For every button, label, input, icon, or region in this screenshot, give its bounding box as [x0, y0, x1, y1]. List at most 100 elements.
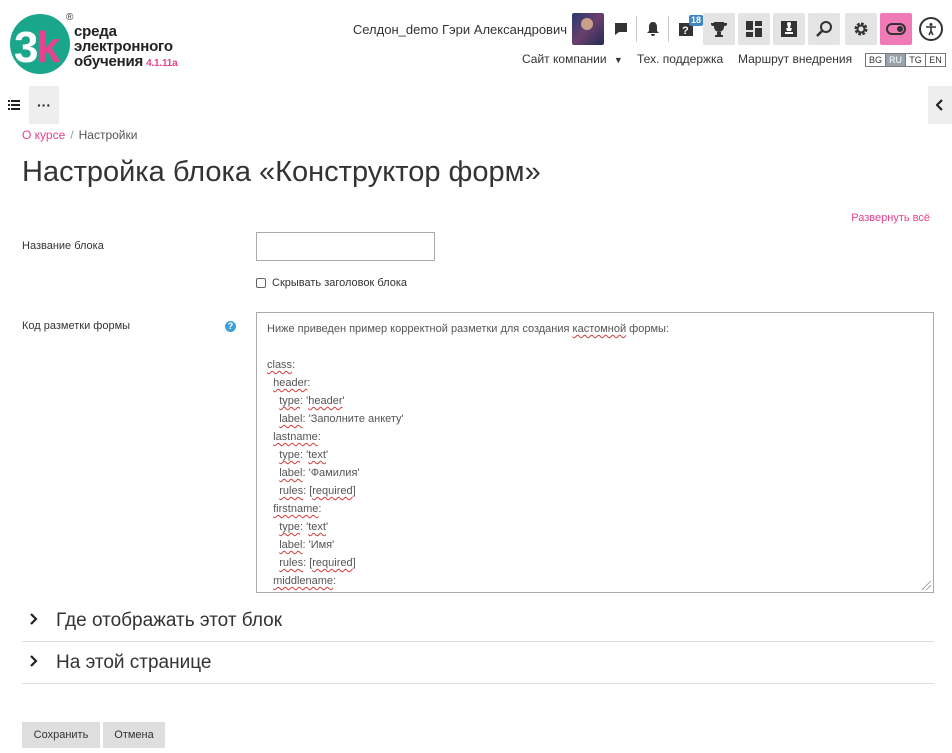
svg-text:3: 3 — [14, 23, 38, 72]
course-index-button[interactable] — [0, 86, 27, 124]
chevron-down-icon: ▼ — [613, 55, 623, 65]
markup-line: rules: [required] — [267, 554, 923, 572]
block-name-label: Название блока — [22, 240, 104, 252]
markup-value: required — [312, 557, 353, 569]
markup-rest: : [ — [303, 557, 313, 569]
markup-value: header — [308, 395, 343, 407]
markup-rest: : [ — [303, 485, 313, 497]
markup-end: ' — [325, 449, 329, 461]
markup-textarea[interactable]: Ниже приведен пример корректной разметки… — [256, 312, 934, 593]
section-on-this-page[interactable]: На этой странице — [22, 642, 934, 684]
breadcrumb: О курсе / Настройки — [22, 128, 137, 142]
markup-key: lastname — [273, 431, 318, 443]
accessibility-icon[interactable] — [915, 13, 947, 45]
company-site-label: Сайт компании — [522, 52, 607, 66]
markup-end: ' — [325, 521, 329, 533]
version-label: 4.1.11a — [146, 58, 178, 69]
help-icon[interactable]: ? — [225, 321, 236, 332]
markup-value: text — [308, 521, 326, 533]
markup-lines: class: header: type: 'header' label: 'За… — [267, 356, 923, 590]
markup-key: label — [279, 413, 303, 425]
markup-rest: : — [292, 359, 296, 371]
theme-toggle-icon[interactable] — [880, 13, 912, 45]
markup-value: required — [312, 485, 353, 497]
markup-key: type — [279, 395, 301, 407]
site-logo[interactable]: 3 k ® среда электронного обучения 4.1.11a — [8, 10, 183, 80]
hide-header-checkbox[interactable] — [256, 278, 266, 288]
chevron-left-icon — [936, 99, 943, 111]
company-site-menu[interactable]: Сайт компании ▼ — [522, 52, 623, 66]
user-name[interactable]: Селдон_demo Гэри Александрович — [353, 22, 567, 37]
markup-line: lastname: — [267, 428, 923, 446]
lang-tg[interactable]: TG — [905, 53, 926, 67]
markup-line: class: — [267, 356, 923, 374]
markup-line: label: 'Фамилия' — [267, 464, 923, 482]
markup-key: type — [279, 449, 301, 461]
markup-rest: : — [307, 377, 311, 389]
markup-line: middlename: — [267, 572, 923, 590]
markup-rest: : 'Фамилия' — [302, 467, 360, 479]
logo-text: среда электронного обучения 4.1.11a — [74, 23, 178, 71]
markup-line: type: 'header' — [267, 392, 923, 410]
more-menu-button[interactable]: ··· — [29, 86, 59, 124]
logo-line-3: обучения — [74, 53, 144, 70]
gear-icon[interactable] — [845, 13, 877, 45]
save-button[interactable]: Сохранить — [22, 722, 100, 748]
lang-en[interactable]: EN — [925, 53, 946, 67]
section-where-display[interactable]: Где отображать этот блок — [22, 600, 934, 642]
markup-key: type — [279, 521, 301, 533]
markup-line: type: 'text' — [267, 518, 923, 536]
dashboard-icon[interactable] — [738, 13, 770, 45]
language-switcher: BG RU TG EN — [865, 53, 946, 67]
support-link[interactable]: Тех. поддержка — [637, 52, 723, 66]
breadcrumb-course-link[interactable]: О курсе — [22, 128, 65, 142]
trophy-icon[interactable] — [703, 13, 735, 45]
markup-end: ' — [342, 395, 345, 407]
markup-rest: : — [317, 431, 321, 443]
markup-intro-word: кастомной — [572, 323, 627, 335]
quiz-icon[interactable]: ? 18 — [671, 13, 703, 45]
markup-key: label — [279, 539, 303, 551]
markup-line: type: 'text' — [267, 446, 923, 464]
block-name-input[interactable] — [256, 232, 435, 261]
roadmap-link[interactable]: Маршрут внедрения — [738, 52, 852, 66]
markup-rest: : 'Заполните анкету' — [302, 413, 404, 425]
chevron-right-icon — [30, 655, 46, 670]
logo-line-1: среда — [74, 23, 117, 40]
messages-badge: 18 — [688, 15, 703, 26]
markup-rest: : 'Имя' — [302, 539, 335, 551]
lang-bg[interactable]: BG — [865, 53, 886, 67]
drawer-toggle-button[interactable] — [928, 86, 952, 124]
chat-icon[interactable] — [605, 13, 637, 45]
markup-value: text — [308, 449, 326, 461]
resize-grip-icon[interactable] — [922, 581, 931, 590]
markup-intro-line: Ниже приведен пример корректной разметки… — [267, 320, 923, 338]
markup-rest: : — [318, 503, 322, 515]
chess-icon[interactable] — [773, 13, 805, 45]
markup-line: firstname: — [267, 500, 923, 518]
list-icon — [7, 100, 20, 110]
markup-end: ] — [352, 557, 356, 569]
expand-all-link[interactable]: Развернуть всё — [851, 212, 930, 224]
avatar[interactable] — [572, 13, 604, 45]
hide-header-label: Скрывать заголовок блока — [272, 277, 408, 289]
logo-mark: 3 k — [10, 14, 70, 74]
markup-line: label: 'Имя' — [267, 536, 923, 554]
markup-line: header: — [267, 374, 923, 392]
breadcrumb-separator: / — [70, 128, 74, 142]
section-title: На этой странице — [56, 651, 212, 673]
markup-intro-end: формы: — [626, 323, 669, 335]
markup-key: label — [279, 467, 303, 479]
markup-line: rules: [required] — [267, 482, 923, 500]
bell-icon[interactable] — [637, 13, 669, 45]
hide-header-row: Скрывать заголовок блока — [256, 277, 407, 289]
markup-key: rules — [279, 557, 304, 569]
cancel-button[interactable]: Отмена — [103, 722, 165, 748]
chevron-right-icon — [30, 613, 46, 628]
markup-intro-text: Ниже приведен пример корректной разметки… — [267, 323, 573, 335]
markup-key: header — [273, 377, 308, 389]
markup-key: rules — [279, 485, 304, 497]
search-icon[interactable] — [808, 13, 840, 45]
svg-text:?: ? — [682, 25, 689, 37]
lang-ru[interactable]: RU — [885, 53, 906, 67]
